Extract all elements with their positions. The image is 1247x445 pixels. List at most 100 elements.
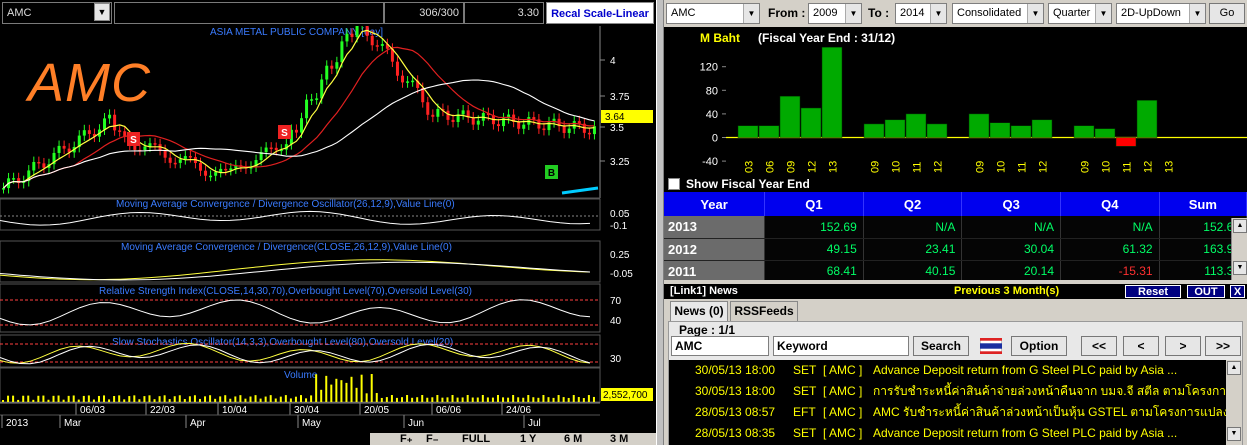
tab-news[interactable]: News (0) (670, 301, 728, 321)
chevron-down-icon: ▼ (743, 4, 759, 23)
fin-x-label: 11 (1017, 162, 1029, 173)
fin-x-label: 09 (975, 161, 987, 173)
nav-prev-button[interactable]: < (1123, 336, 1159, 356)
col-sum[interactable]: Sum (1159, 192, 1247, 216)
macd-osc-label: Moving Average Convergence / Divergence … (116, 199, 455, 210)
chart-info-field (114, 2, 384, 24)
from-year-select[interactable]: 2009 ▼ (808, 3, 862, 24)
col-q4[interactable]: Q4 (1060, 192, 1160, 216)
current-price-tag: 3.64 (601, 110, 653, 123)
volume-label: Volume (284, 370, 318, 381)
month-tick: Mar (64, 418, 82, 429)
date-axis: 06/03 22/03 10/04 30/04 20/05 06/06 24/06 2013… (0, 402, 600, 429)
scroll-up-icon[interactable]: ▲ (1233, 219, 1247, 233)
date-tick: 30/04 (294, 405, 319, 416)
checkbox[interactable] (668, 178, 680, 190)
fin-x-label: 10 (891, 161, 903, 173)
symbol-watermark: AMC (28, 53, 151, 113)
news-list: 30/05/13 18:00 SET[ AMC ] Advance Deposit … (669, 360, 1242, 445)
keyword-input[interactable]: Keyword (773, 336, 909, 356)
cell-year: 2012 (664, 238, 766, 261)
show-fiscal-year-toggle[interactable]: Show Fiscal Year End (668, 177, 810, 191)
reset-button[interactable]: Reset (1125, 285, 1181, 298)
list-item[interactable]: 28/05/13 08:35 SET[ AMC ] Advance Deposit … (669, 423, 1242, 444)
list-item[interactable]: 30/05/13 18:00 SET[ AMC ] Advance Deposit … (669, 360, 1242, 381)
chart-style-select[interactable]: 2D-UpDown ▼ (1116, 3, 1206, 24)
stochastic-panel: Slow Stochastics Oscillator(14,3,3),Over… (0, 334, 622, 368)
out-button[interactable]: OUT (1187, 285, 1225, 298)
col-q3[interactable]: Q3 (961, 192, 1061, 216)
news-header: [Link1] News Previous 3 Month(s) Reset O… (664, 284, 1247, 299)
fin-x-label: 12 (1143, 161, 1155, 173)
range-6m-button[interactable]: 6 M (564, 433, 582, 445)
col-q2[interactable]: Q2 (863, 192, 963, 216)
volume-value-tag: 2,552,700 (601, 388, 653, 401)
symbol-dropdown-button[interactable]: ▼ (94, 3, 110, 21)
table-row[interactable]: 2011 68.41 40.15 20.14 -15.31 113.37 (664, 260, 1247, 283)
fin-bar (779, 95, 801, 138)
date-tick: 10/04 (222, 405, 247, 416)
news-scrollbar[interactable]: ▲ ▼ (1226, 360, 1242, 445)
panel-splitter[interactable] (656, 0, 664, 445)
rsi-label: Relative Strength Index(CLOSE,14,30,70),… (99, 286, 472, 297)
fin-bar (800, 107, 822, 138)
month-tick: 2013 (6, 418, 29, 429)
fin-x-label: 10 (1101, 161, 1113, 173)
cell-q2: 23.41 (863, 238, 963, 261)
consolidation-select[interactable]: Consolidated ▼ (952, 3, 1044, 24)
chevron-down-icon: ▼ (97, 7, 107, 17)
table-row[interactable]: 2012 49.15 23.41 30.04 61.32 163.92 (664, 238, 1247, 261)
chevron-down-icon: ▼ (1095, 4, 1111, 23)
scroll-down-icon[interactable]: ▼ (1233, 261, 1247, 275)
price-axis-tick: 3.5 (610, 123, 624, 134)
financials-toolbar: AMC ▼ From : 2009 ▼ To : 2014 ▼ Consolidate… (664, 0, 1247, 27)
macd-label: Moving Average Convergence / Divergence(… (121, 242, 452, 253)
nav-next-button[interactable]: > (1165, 336, 1201, 356)
option-button[interactable]: Option (1011, 336, 1067, 356)
table-row[interactable]: 2013 152.69 N/A N/A N/A 152.69 (664, 216, 1247, 239)
fin-bar (821, 46, 843, 138)
month-tick: Jul (528, 418, 541, 429)
thai-flag-icon[interactable] (980, 338, 1002, 354)
list-item[interactable]: 30/05/13 18:00 SET[ AMC ] การรับชำระหนี้ค่… (669, 381, 1242, 402)
price-axis-tick: 4 (610, 56, 616, 67)
scroll-down-icon[interactable]: ▼ (1227, 427, 1241, 441)
to-year-select[interactable]: 2014 ▼ (895, 3, 947, 24)
nav-first-button[interactable]: << (1081, 336, 1117, 356)
search-button[interactable]: Search (913, 336, 969, 356)
fin-x-label: 11 (912, 162, 924, 173)
cell-q2: 40.15 (863, 260, 963, 283)
nav-last-button[interactable]: >> (1205, 336, 1241, 356)
close-button[interactable]: X (1230, 285, 1245, 298)
period-select[interactable]: Quarter ▼ (1048, 3, 1112, 24)
scroll-up-icon[interactable]: ▲ (1227, 361, 1241, 375)
range-1y-button[interactable]: 1 Y (520, 433, 536, 445)
fin-bar (1031, 119, 1053, 138)
financials-table: Year Q1 Q2 Q3 Q4 Sum 2013 152.69 N/A N/A… (664, 192, 1247, 283)
col-q1[interactable]: Q1 (764, 192, 864, 216)
list-item[interactable]: 28/05/13 08:57 EFT[ AMC ] AMC รับชำระหนี้ค… (669, 402, 1242, 423)
cell-q1: 68.41 (764, 260, 864, 283)
cell-q4: 61.32 (1060, 238, 1160, 261)
fin-symbol-select[interactable]: AMC ▼ (666, 3, 760, 24)
go-button[interactable]: Go (1209, 3, 1245, 24)
from-label: From : (768, 6, 806, 20)
macd-axis-tick: 0.25 (610, 250, 630, 261)
fin-x-label: 12 (807, 161, 819, 173)
recal-scale-button[interactable]: Recal Scale-Linear (546, 2, 654, 24)
range-3m-button[interactable]: 3 M (610, 433, 628, 445)
news-symbol-input[interactable]: AMC (671, 336, 769, 356)
tab-rssfeeds[interactable]: RSSFeeds (730, 301, 798, 321)
table-header-row: Year Q1 Q2 Q3 Q4 Sum (664, 192, 1247, 216)
range-full-button[interactable]: FULL (462, 433, 490, 445)
col-year[interactable]: Year (664, 192, 766, 216)
svg-text:S: S (281, 128, 288, 139)
cell-q2: N/A (863, 216, 963, 239)
technical-chart-panel: AMC ▼ 306/300 3.30 Recal Scale-Linear AS… (0, 0, 656, 445)
zoom-in-icon[interactable]: F₊ (400, 433, 413, 445)
fin-bar (1094, 128, 1116, 138)
month-tick: May (302, 418, 321, 429)
cell-q3: 20.14 (961, 260, 1061, 283)
financials-scrollbar[interactable]: ▲ ▼ (1231, 218, 1247, 280)
zoom-out-icon[interactable]: F₋ (426, 433, 439, 445)
